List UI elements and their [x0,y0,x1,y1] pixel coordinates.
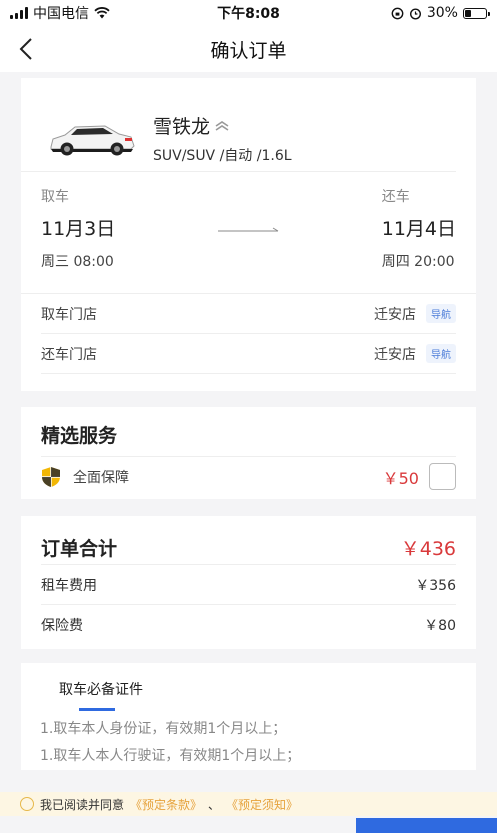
battery-icon [462,7,490,19]
car-name-row: 雪铁龙 [153,112,292,139]
wifi-icon [94,7,110,19]
pickup-store-row: 取车门店 迁安店 导航 [41,294,456,334]
total-header: 订单合计 ￥436 [21,516,476,564]
return-date: 11月4日 [381,218,456,240]
total-amount: ￥436 [400,537,456,560]
carrier-label: 中国电信 [33,6,89,22]
return-store-name: 迁安店 [374,346,416,363]
document-line: 1.取车人本人行驶证，有效期1个月以上； [40,748,301,764]
service-checkbox[interactable] [429,463,456,490]
return-navigate-button[interactable]: 导航 [426,344,456,363]
signal-icon [10,7,28,19]
service-select: ￥50 [383,463,456,490]
return-store-label: 还车门店 [41,346,97,363]
pickup-date: 11月3日 [41,218,116,240]
fee-row-insurance: 保险费 ￥80 [41,604,456,644]
return-store-info: 迁安店 导航 [374,344,456,364]
agreement-text: 我已阅读并同意 [40,797,125,812]
arrow-right-icon [217,227,278,231]
pickup-store-name: 迁安店 [374,306,416,323]
car-details: 雪铁龙 SUV/SUV /自动 /1.6L [153,112,292,165]
status-left: 中国电信 [10,3,170,23]
pickup-block: 取车 11月3日 周三 08:00 [41,186,115,293]
return-block: 还车 11月4日 周四 20:00 [382,186,456,293]
car-image [50,124,135,155]
pickup-navigate-button[interactable]: 导航 [426,304,456,323]
back-button[interactable] [14,37,38,61]
documents-card: 取车必备证件 1.取车本人身份证，有效期1个月以上； 1.取车人本人行驶证，有效… [21,663,476,770]
status-right: 30% [327,5,490,21]
fee-amount: ￥80 [424,617,456,634]
pickup-time: 周三 08:00 [41,254,114,270]
car-info-card: 雪铁龙 SUV/SUV /自动 /1.6L 取车 11月3日 周三 08:00 … [21,78,476,391]
page-title: 确认订单 [210,39,287,62]
pickup-label: 取车 [41,189,69,205]
total-title: 订单合计 [41,537,118,560]
fee-label: 租车费用 [41,577,97,594]
submit-button[interactable] [356,818,497,833]
fee-label: 保险费 [41,617,83,634]
battery-percent: 30% [426,5,458,21]
tab-indicator [79,708,115,711]
pickup-store-label: 取车门店 [41,306,97,323]
return-store-row: 还车门店 迁安店 导航 [41,334,456,374]
service-item: 全面保障 ￥50 [41,456,456,496]
notice-link[interactable]: 《预定须知》 [226,796,298,813]
chevron-left-icon [19,38,32,60]
return-time: 周四 20:00 [381,254,455,270]
nav-bar: 确认订单 [0,26,497,72]
service-price: ￥50 [382,468,419,488]
pickup-store-info: 迁安店 导航 [374,304,456,324]
order-total-card: 订单合计 ￥436 租车费用 ￥356 保险费 ￥80 [21,516,476,649]
return-label: 还车 [381,189,410,205]
agree-checkbox[interactable] [20,797,34,811]
services-title: 精选服务 [41,425,118,447]
status-bar: 中国电信 下午8:08 30% [0,0,497,26]
services-card: 精选服务 全面保障 ￥50 [21,407,476,499]
trip-times: 取车 11月3日 周三 08:00 还车 11月4日 周四 20:00 [21,186,476,294]
agreement-separator: 、 [208,797,221,812]
documents-tab[interactable]: 取车必备证件 [21,663,476,699]
car-row: 雪铁龙 SUV/SUV /自动 /1.6L [21,78,456,172]
shield-icon [42,466,60,487]
rotation-lock-icon [391,7,404,19]
brand-logo-icon [215,120,229,131]
agreement-bar: 我已阅读并同意 《预定条款》 、 《预定须知》 [0,792,497,816]
status-time: 下午8:08 [217,6,280,22]
alarm-icon [409,7,421,20]
fee-amount: ￥356 [415,577,456,594]
document-line: 1.取车本人身份证，有效期1个月以上； [40,721,287,737]
terms-link[interactable]: 《预定条款》 [130,796,202,813]
fee-row-rental: 租车费用 ￥356 [41,564,456,604]
service-info: 全面保障 [41,466,129,488]
car-spec: SUV/SUV /自动 /1.6L [153,148,292,164]
car-name: 雪铁龙 [153,116,211,138]
service-name: 全面保障 [73,469,129,486]
